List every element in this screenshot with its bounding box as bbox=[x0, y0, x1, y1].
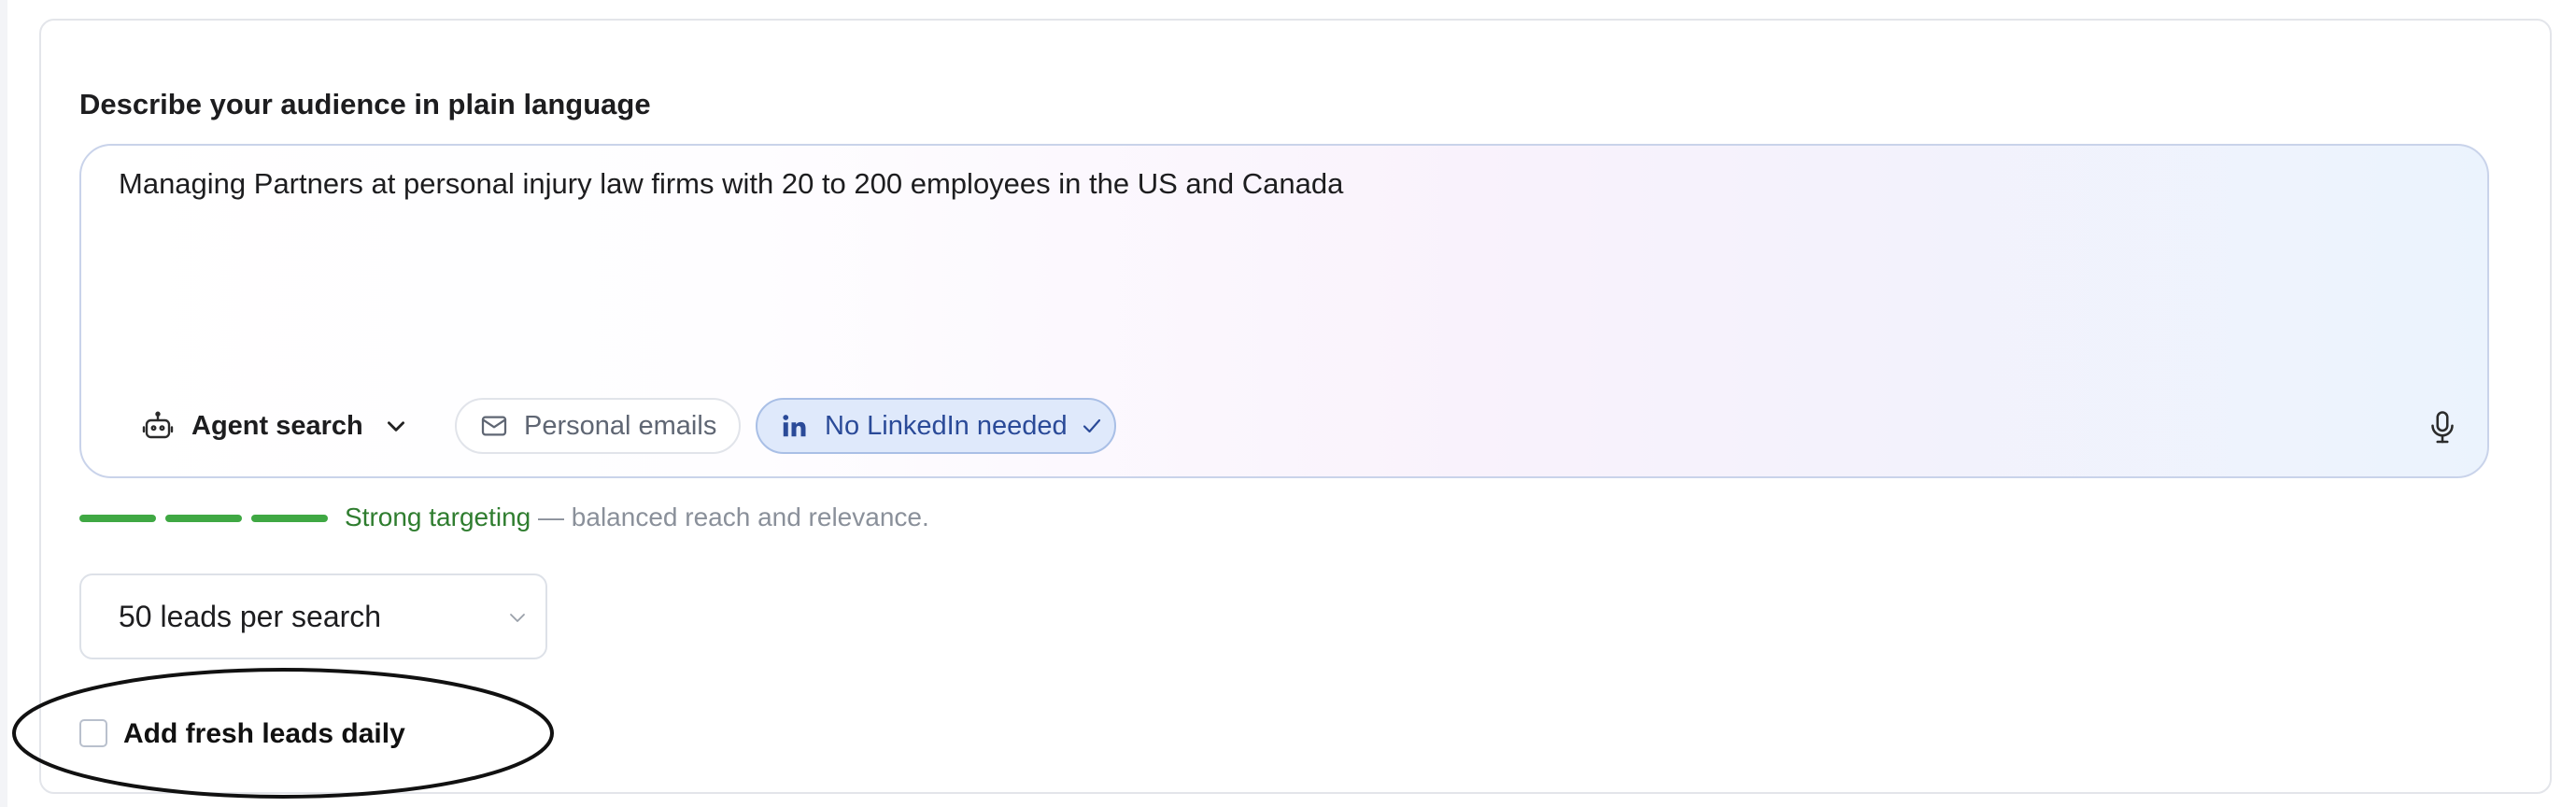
audience-prompt-box: Managing Partners at personal injury law… bbox=[79, 144, 2489, 478]
agent-search-dropdown[interactable]: Agent search bbox=[141, 398, 408, 454]
window-edge bbox=[0, 0, 7, 807]
strength-segment bbox=[165, 515, 242, 522]
agent-search-label: Agent search bbox=[191, 410, 363, 441]
microphone-icon bbox=[2426, 409, 2459, 446]
mail-icon bbox=[479, 411, 509, 441]
chevron-down-icon bbox=[384, 414, 408, 438]
microphone-button[interactable] bbox=[2426, 409, 2459, 446]
strength-segment bbox=[251, 515, 328, 522]
fresh-leads-label[interactable]: Add fresh leads daily bbox=[123, 717, 405, 751]
fresh-leads-checkbox[interactable] bbox=[79, 719, 107, 747]
no-linkedin-label: No LinkedIn needed bbox=[825, 410, 1068, 441]
linkedin-icon bbox=[780, 412, 808, 440]
targeting-strength-text: Strong targeting — balanced reach and re… bbox=[345, 501, 929, 534]
targeting-strength-description: — balanced reach and relevance. bbox=[531, 503, 929, 531]
audience-prompt-input[interactable]: Managing Partners at personal injury law… bbox=[119, 164, 2435, 295]
check-icon bbox=[1081, 415, 1103, 437]
leads-per-search-select[interactable]: 50 leads per search bbox=[79, 573, 547, 659]
robot-icon bbox=[141, 409, 175, 443]
personal-emails-label: Personal emails bbox=[524, 410, 717, 441]
targeting-strength-label: Strong targeting bbox=[345, 503, 531, 531]
chevron-down-icon bbox=[506, 607, 529, 630]
strength-segment bbox=[79, 515, 156, 522]
section-label: Describe your audience in plain language bbox=[79, 88, 651, 120]
leads-per-search-value: 50 leads per search bbox=[119, 599, 382, 633]
personal-emails-chip[interactable]: Personal emails bbox=[455, 398, 741, 454]
no-linkedin-chip[interactable]: No LinkedIn needed bbox=[756, 398, 1116, 454]
